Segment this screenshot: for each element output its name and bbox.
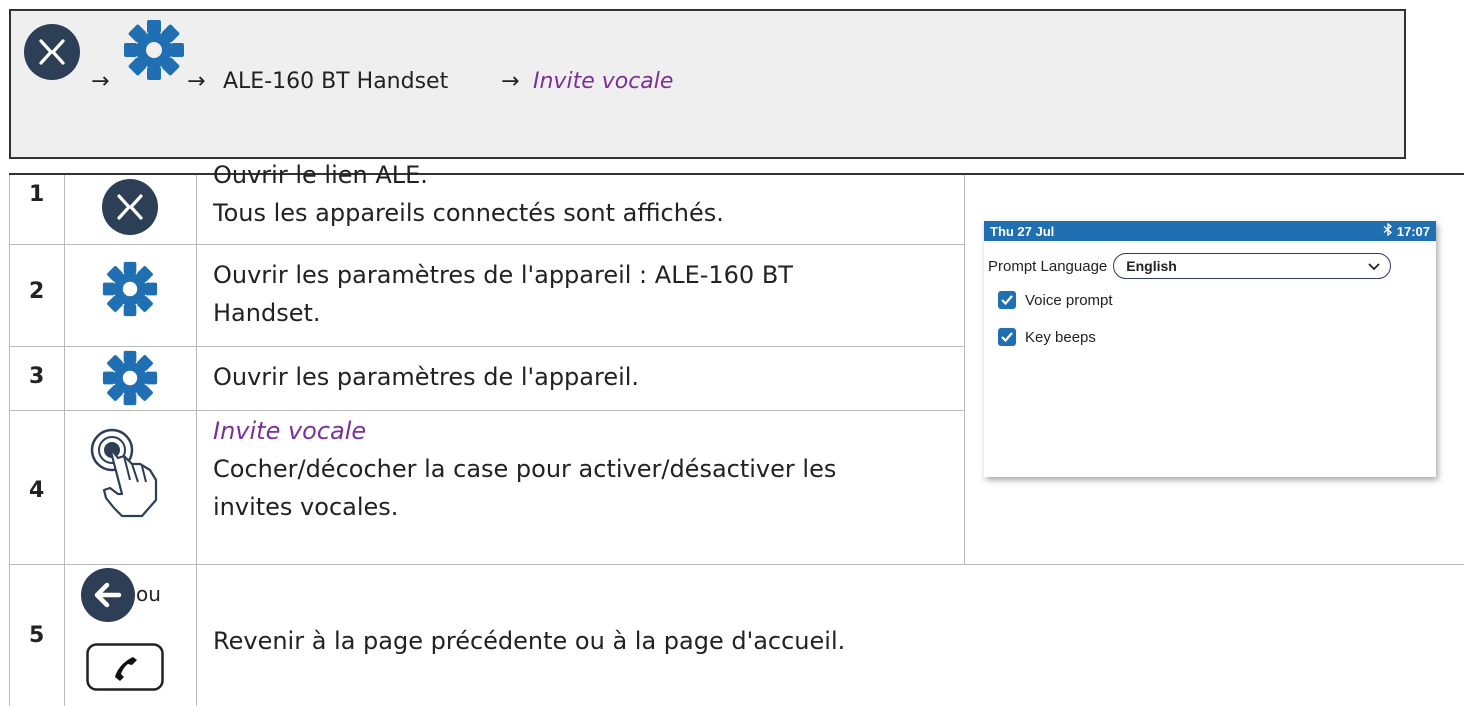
step-text: Ouvrir les paramètres de l'appareil.	[213, 363, 640, 391]
table-row-divider	[9, 346, 964, 347]
voice-prompt-label: Voice prompt	[1025, 291, 1113, 309]
prompt-language-value: English	[1126, 258, 1177, 274]
breadcrumb-device: ALE-160 BT Handset	[223, 69, 449, 94]
prompt-language-label: Prompt Language	[988, 257, 1108, 275]
gear-icon	[102, 350, 158, 410]
step-title: Invite vocale	[213, 417, 367, 445]
step-text: Ouvrir les paramètres de l'appareil : AL…	[213, 261, 793, 327]
step-number: 2	[29, 279, 45, 304]
touch-press-icon	[84, 420, 184, 524]
table-divider	[964, 175, 965, 564]
table-divider	[64, 175, 65, 706]
breadcrumb-arrow: →	[187, 69, 206, 94]
step-text: Revenir à la page précédente ou à la pag…	[213, 627, 846, 655]
chevron-down-icon	[1368, 258, 1380, 274]
table-row-divider	[9, 564, 1464, 565]
step-text: Ouvrir le lien ALE. Tous les appareils c…	[213, 161, 724, 227]
status-date: Thu 27 Jul	[990, 223, 1055, 239]
key-beeps-checkbox[interactable]	[998, 328, 1016, 346]
breadcrumb-arrow: →	[91, 69, 110, 94]
prompt-language-row: Prompt Language English	[988, 253, 1392, 279]
gear-icon[interactable]	[123, 19, 185, 85]
status-bar: Thu 27 Jul 17:07	[984, 221, 1436, 241]
gear-icon	[102, 261, 158, 321]
back-arrow-icon	[81, 568, 135, 626]
step-text: Cocher/décocher la case pour activer/dés…	[213, 455, 837, 521]
key-beeps-row: Key beeps	[998, 328, 1096, 346]
breadcrumb-link-invite-vocale[interactable]: Invite vocale	[533, 69, 673, 94]
table-row-divider	[9, 244, 964, 245]
ale-link-icon	[102, 179, 158, 239]
prompt-language-select[interactable]: English	[1113, 253, 1392, 279]
step-number: 3	[29, 364, 45, 389]
breadcrumb-arrow: →	[501, 69, 520, 94]
home-phone-key-icon	[86, 643, 164, 695]
ale-link-icon[interactable]	[24, 24, 80, 84]
or-label: ou	[136, 582, 161, 606]
table-divider	[196, 175, 197, 706]
voice-prompt-checkbox[interactable]	[998, 291, 1016, 309]
key-beeps-label: Key beeps	[1025, 328, 1096, 346]
step-number: 5	[29, 623, 45, 648]
bluetooth-icon	[1383, 222, 1393, 239]
table-row-divider	[9, 410, 964, 411]
breadcrumb: → → ALE-160 BT Handset → Invite vocale	[9, 9, 1406, 159]
status-time: 17:07	[1396, 223, 1430, 239]
phone-screen-preview: Thu 27 Jul 17:07 Prompt Language English…	[984, 221, 1436, 477]
step-number: 4	[29, 478, 45, 503]
voice-prompt-row: Voice prompt	[998, 291, 1113, 309]
table-divider	[9, 175, 10, 706]
step-number: 1	[29, 182, 45, 207]
